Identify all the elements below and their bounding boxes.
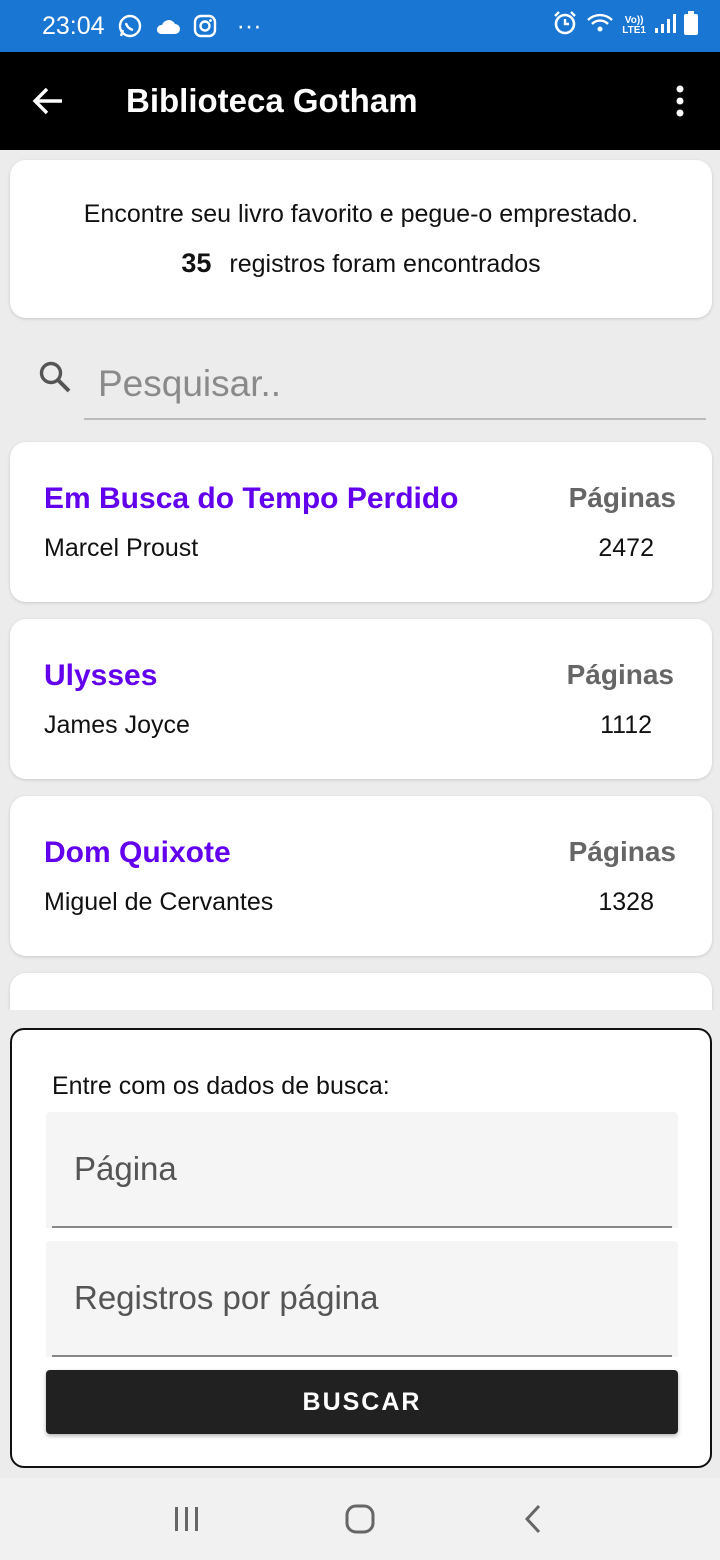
cloud-icon (155, 16, 181, 36)
instagram-icon (193, 14, 217, 38)
buscar-button[interactable]: BUSCAR (46, 1370, 678, 1434)
book-list: Em Busca do Tempo Perdido Marcel Proust … (0, 430, 720, 1010)
list-item[interactable]: Dom Quixote Miguel de Cervantes Páginas … (10, 796, 712, 956)
recent-apps-icon (174, 1507, 198, 1531)
record-count-text: registros foram encontrados (229, 250, 541, 278)
alarm-icon (552, 10, 578, 43)
field-underline (52, 1355, 672, 1357)
back-button[interactable] (0, 52, 96, 150)
overflow-menu-button[interactable] (640, 52, 720, 150)
search-panel: Entre com os dados de busca: Página Regi… (10, 1028, 712, 1468)
home-icon (345, 1504, 375, 1534)
field-underline (52, 1226, 672, 1228)
status-time: 23:04 (42, 11, 105, 40)
system-nav-bar (0, 1478, 720, 1560)
page-field-label: Página (74, 1150, 177, 1187)
search-panel-label: Entre com os dados de busca: (52, 1072, 390, 1100)
app-bar: Biblioteca Gotham (0, 52, 720, 150)
record-count-number: 35 (181, 248, 212, 278)
network-type: Vo)) LTE1 (622, 15, 646, 36)
list-item[interactable]: Ulysses James Joyce Páginas 1112 (10, 619, 712, 779)
record-count: 35 registros foram encontrados (10, 248, 712, 279)
page-field[interactable]: Página (46, 1112, 678, 1228)
pages-value: 2472 (598, 534, 654, 562)
info-card: Encontre seu livro favorito e pegue-o em… (10, 160, 712, 318)
search-icon (38, 360, 72, 399)
back-nav-icon (525, 1504, 541, 1534)
search-input[interactable] (84, 350, 706, 420)
arrow-left-icon (32, 87, 62, 115)
list-item[interactable]: Em Busca do Tempo Perdido Marcel Proust … (10, 442, 712, 602)
per-page-field[interactable]: Registros por página (46, 1241, 678, 1357)
recent-apps-button[interactable] (147, 1489, 227, 1549)
back-nav-button[interactable] (493, 1489, 573, 1549)
info-message: Encontre seu livro favorito e pegue-o em… (83, 200, 639, 228)
pages-label: Páginas (568, 482, 676, 513)
list-item[interactable] (10, 973, 712, 1010)
book-title: Dom Quixote (44, 836, 231, 869)
per-page-field-label: Registros por página (74, 1279, 379, 1316)
signal-icon (654, 12, 676, 41)
page-title: Biblioteca Gotham (126, 82, 418, 119)
wifi-icon (586, 12, 614, 41)
pages-value: 1328 (598, 888, 654, 916)
status-bar: 23:04 ··· Vo)) LTE1 (0, 0, 720, 52)
more-vert-icon (676, 85, 684, 117)
book-author: Miguel de Cervantes (44, 888, 274, 916)
pages-value: 1112 (600, 711, 652, 739)
book-author: James Joyce (44, 711, 190, 739)
book-author: Marcel Proust (44, 534, 199, 562)
battery-icon (684, 10, 698, 42)
book-title: Ulysses (44, 659, 158, 692)
home-button[interactable] (320, 1489, 400, 1549)
book-title: Em Busca do Tempo Perdido (44, 482, 459, 515)
more-notifications: ··· (236, 11, 262, 40)
pages-label: Páginas (566, 659, 674, 690)
whatsapp-icon (117, 13, 143, 39)
pages-label: Páginas (568, 836, 676, 867)
search-bar (38, 350, 706, 420)
